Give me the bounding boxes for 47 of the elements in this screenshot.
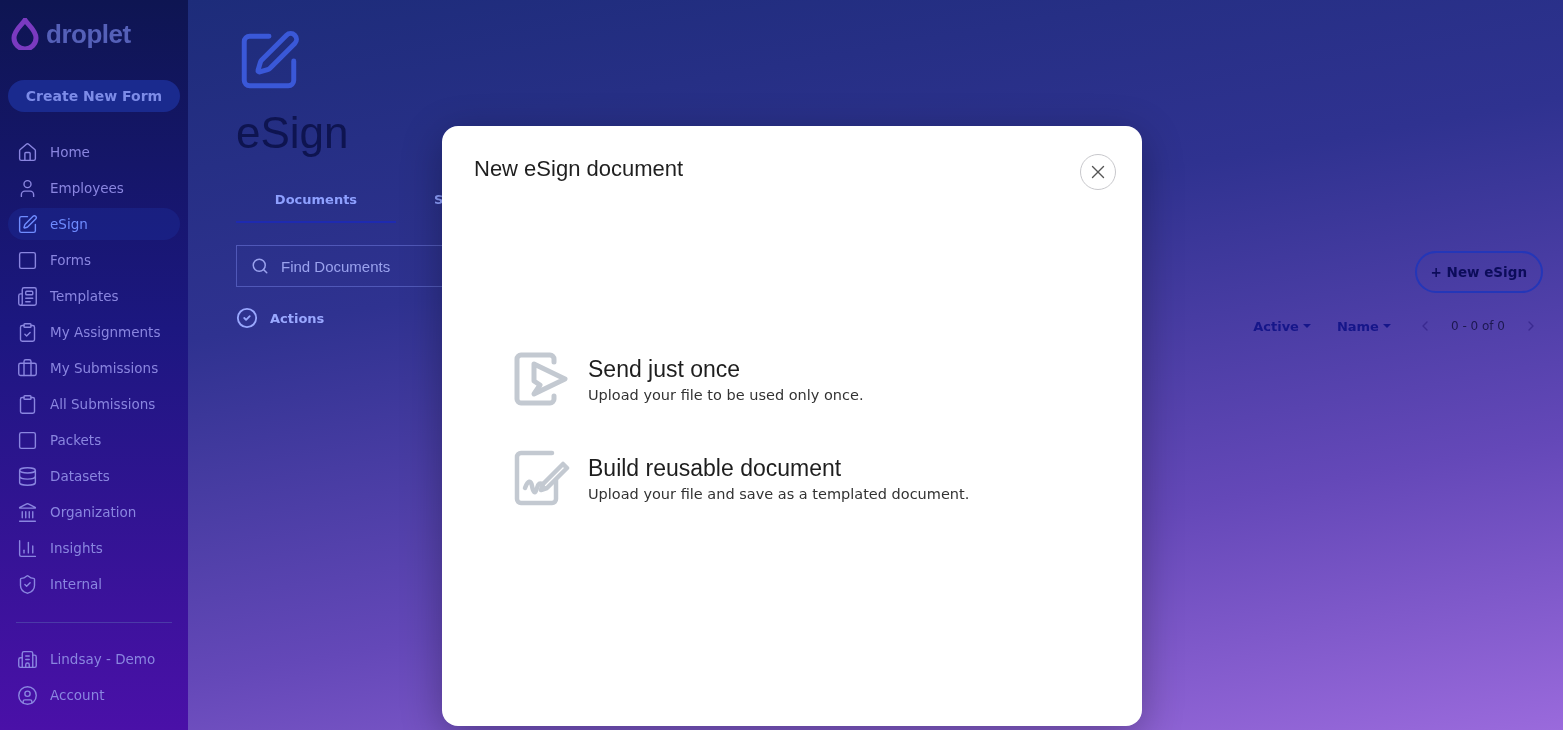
bar-chart-icon — [17, 537, 38, 559]
nav-item[interactable]: My Assignments — [8, 316, 180, 348]
nav-item[interactable]: eSign — [8, 208, 180, 240]
shield-icon — [17, 573, 38, 595]
nav-item[interactable]: Insights — [8, 532, 180, 564]
search-input[interactable]: Find Documents — [279, 256, 463, 276]
bank-icon — [17, 501, 38, 523]
pen-square-icon — [17, 213, 38, 235]
nav-item[interactable]: Lindsay - Demo — [8, 643, 180, 675]
signature-document-icon — [514, 450, 570, 506]
house-icon — [17, 141, 38, 163]
nav-item[interactable]: Packets — [8, 424, 180, 456]
check-circle-icon — [236, 307, 258, 329]
nav-item[interactable]: Internal — [8, 568, 180, 600]
briefcase-icon — [17, 357, 38, 379]
clipboard-check-icon — [17, 321, 38, 343]
nav-item[interactable]: Employees — [8, 172, 180, 204]
nav-item[interactable]: Account — [8, 679, 180, 711]
close-button[interactable] — [1080, 154, 1116, 190]
nav-item[interactable]: My Submissions — [8, 352, 180, 384]
option-description: Upload your file to be used only once. — [588, 386, 864, 403]
user-circle-icon — [17, 684, 38, 706]
nav-item[interactable]: Forms — [8, 244, 180, 276]
droplet-logo-icon — [10, 18, 40, 50]
nav-item[interactable]: All Submissions — [8, 388, 180, 420]
brand-name: droplet — [46, 18, 131, 50]
option-title[interactable]: Build reusable document — [588, 454, 970, 482]
nav-item[interactable]: Organization — [8, 496, 180, 528]
list-icon — [17, 285, 38, 307]
nav-item[interactable]: Datasets — [8, 460, 180, 492]
option-description: Upload your file and save as a templated document. — [588, 485, 970, 502]
building-icon — [17, 648, 38, 670]
search-icon — [251, 257, 269, 275]
pagination-range: 0 - 0 of 0 — [1450, 319, 1505, 333]
play-document-icon — [514, 352, 570, 406]
database-icon — [17, 465, 38, 487]
nav-item[interactable]: Templates — [8, 280, 180, 312]
create-form-button[interactable]: Create New Form — [8, 80, 180, 112]
clipboard-icon — [17, 393, 38, 415]
tab[interactable]: Documents — [236, 184, 396, 223]
option-title[interactable]: Send just once — [588, 355, 864, 383]
page-icon — [17, 249, 38, 271]
nav-item[interactable]: Home — [8, 136, 180, 168]
tab[interactable]: S — [434, 184, 444, 223]
page-icon — [17, 429, 38, 451]
dialog-title: New eSign document — [474, 156, 684, 182]
actions-link[interactable]: Actions — [270, 310, 325, 326]
